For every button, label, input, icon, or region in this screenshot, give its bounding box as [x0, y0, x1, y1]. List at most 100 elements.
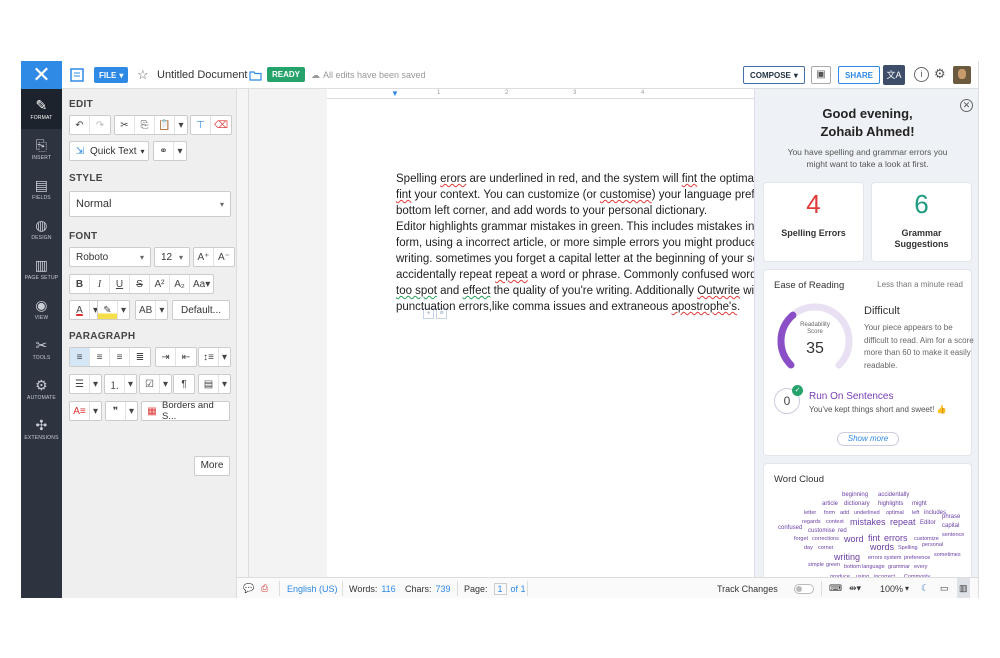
chevron-down-icon[interactable]: ▾	[175, 116, 187, 134]
align-right-icon[interactable]: ≡	[110, 348, 130, 366]
review-icon[interactable]: ⎙	[261, 578, 268, 598]
subscript-icon[interactable]: A₂	[170, 275, 190, 293]
text-line[interactable]: punctuation errors,like comma issues and…	[396, 299, 796, 315]
grammar-error[interactable]: too spot	[396, 285, 437, 297]
text-line[interactable]: writing. sometimes you forget a capital …	[396, 251, 796, 267]
grammar-suggestions-card[interactable]: 6 Grammar Suggestions	[871, 182, 972, 262]
gear-icon[interactable]: ⚙	[934, 66, 946, 82]
fit-width-icon[interactable]: ⇹▾	[849, 578, 861, 598]
nav-item-automate[interactable]: ⚙ AUTOMATE	[21, 369, 62, 409]
default-style-button[interactable]: Default...	[172, 300, 230, 320]
spelling-error[interactable]: erors	[440, 173, 466, 185]
superscript-icon[interactable]: A²	[150, 275, 170, 293]
track-changes-toggle[interactable]	[794, 584, 814, 594]
run-on-heading[interactable]: Run On Sentences	[809, 391, 894, 402]
line-spacing-button[interactable]: ↕≡ ▾	[198, 347, 232, 367]
borders-shading-button[interactable]: ▦ Borders and S...	[141, 400, 230, 422]
word-cloud-word: confused	[778, 525, 803, 531]
document-title[interactable]: Untitled Document	[157, 61, 248, 89]
increase-font-icon[interactable]: A⁺	[194, 248, 214, 266]
nav-item-view[interactable]: ◉ VIEW	[21, 289, 62, 329]
document-text[interactable]: Spelling erors are underlined in red, an…	[396, 171, 796, 315]
character-spacing-button[interactable]: AB ▾	[135, 300, 169, 320]
share-button[interactable]: SHARE	[838, 66, 881, 84]
paste-icon[interactable]: 📋	[155, 116, 175, 134]
present-icon[interactable]: ▣	[811, 66, 831, 84]
outdent-icon[interactable]: ⇤	[176, 348, 196, 366]
text-line[interactable]: bottom left corner, and add words to you…	[396, 203, 796, 219]
file-menu-button[interactable]: FILE ▾	[94, 67, 129, 83]
spelling-error[interactable]: fint	[396, 189, 411, 201]
nav-item-tools[interactable]: ✂ TOOLS	[21, 329, 62, 369]
text-line[interactable]: form, using a incorrect article, or more…	[396, 235, 796, 251]
cut-icon[interactable]: ✂	[115, 116, 135, 134]
text-line[interactable]: accidentally repeat repeat a word or phr…	[396, 267, 796, 283]
dark-mode-icon[interactable]: ☾	[921, 578, 929, 598]
underline-icon[interactable]: U	[110, 275, 130, 293]
nav-item-insert[interactable]: ⎘ INSERT	[21, 129, 62, 169]
align-left-icon[interactable]: ≡	[70, 348, 90, 366]
bold-icon[interactable]: B	[70, 275, 90, 293]
nav-item-format[interactable]: ✎ FORMAT	[21, 89, 62, 129]
language-selector[interactable]: English (US)	[287, 578, 338, 598]
quote-icon: ❞	[106, 402, 126, 420]
paragraph-style-button[interactable]: ▤ ▾	[198, 374, 232, 394]
quote-button[interactable]: ❞ ▾	[105, 401, 139, 421]
redo-icon[interactable]: ↷	[90, 116, 110, 134]
avatar[interactable]	[953, 66, 971, 84]
nav-item-design[interactable]: ◍ DESIGN	[21, 209, 62, 249]
sidebar-view-icon[interactable]: ▭	[940, 578, 949, 598]
quick-text-button[interactable]: ⇲ Quick Text ▾	[69, 141, 149, 161]
spelling-error[interactable]: repeat	[495, 269, 528, 281]
star-icon[interactable]: ☆	[137, 61, 149, 89]
checklist-button[interactable]: ☑ ▾	[139, 374, 173, 394]
close-button[interactable]: ✕	[21, 61, 62, 89]
more-button[interactable]: More	[194, 456, 230, 476]
spelling-error[interactable]: fint	[682, 173, 697, 185]
decrease-font-icon[interactable]: A⁻	[214, 248, 234, 266]
grammar-error[interactable]: effect	[463, 285, 491, 297]
spelling-error[interactable]: apostrophe's	[672, 301, 738, 313]
page-value[interactable]: 1	[493, 582, 507, 595]
find-button[interactable]: ⚭ ▾	[153, 141, 187, 161]
text-line[interactable]: Editor highlights grammar mistakes in gr…	[396, 219, 796, 235]
bullet-list-button[interactable]: ☰ ▾	[69, 374, 103, 394]
format-painter-icon[interactable]: ⊤	[191, 116, 211, 134]
italic-icon[interactable]: I	[90, 275, 110, 293]
nav-item-label: FORMAT	[30, 115, 53, 121]
language-tool-icon[interactable]: 文A	[883, 65, 905, 85]
style-select[interactable]: Normal ▾	[69, 191, 231, 217]
justify-icon[interactable]: ≣	[130, 348, 150, 366]
spelling-error[interactable]: Outwrite	[697, 285, 740, 297]
text-line[interactable]: fint your context. You can customize (or…	[396, 187, 796, 203]
font-family-select[interactable]: Roboto ▾	[69, 247, 151, 267]
text-line[interactable]: too spot and effect the quality of you'r…	[396, 283, 796, 299]
change-case-icon[interactable]: Aa▾	[190, 275, 213, 293]
folder-icon[interactable]	[249, 61, 262, 89]
paragraph-shading-button[interactable]: A≡ ▾	[69, 401, 103, 421]
two-page-view-icon[interactable]: ▥	[957, 578, 970, 598]
copy-icon[interactable]: ⎘	[135, 116, 155, 134]
align-center-icon[interactable]: ≡	[90, 348, 110, 366]
nav-item-fields[interactable]: ▤ FIELDS	[21, 169, 62, 209]
keyboard-icon[interactable]: ⌨	[829, 578, 842, 598]
spelling-errors-card[interactable]: 4 Spelling Errors	[763, 182, 864, 262]
show-more-button[interactable]: Show more	[837, 432, 899, 446]
nav-item-page-setup[interactable]: ▥ PAGE SETUP	[21, 249, 62, 289]
undo-icon[interactable]: ↶	[70, 116, 90, 134]
ruler-indent-marker[interactable]: ▼	[391, 89, 399, 98]
nav-item-extensions[interactable]: ✣ EXTENSIONS	[21, 409, 62, 449]
numbered-list-button[interactable]: ⒈ ▾	[104, 374, 138, 394]
spelling-error[interactable]: customise	[600, 189, 652, 201]
pilcrow-button[interactable]: ¶	[173, 374, 195, 394]
zoom-select[interactable]: 100% ▾	[880, 578, 909, 598]
compose-button[interactable]: COMPOSE ▾	[743, 66, 805, 84]
strikethrough-icon[interactable]: S	[130, 275, 150, 293]
comment-icon[interactable]: 💬	[243, 578, 254, 598]
info-icon[interactable]: i	[914, 67, 929, 82]
indent-icon[interactable]: ⇥	[156, 348, 176, 366]
text-line[interactable]: Spelling erors are underlined in red, an…	[396, 171, 796, 187]
highlight-color-button[interactable]: ✎ ▾	[97, 300, 131, 320]
font-size-select[interactable]: 12 ▾	[154, 247, 190, 267]
eraser-icon[interactable]: ⌫	[211, 116, 231, 134]
